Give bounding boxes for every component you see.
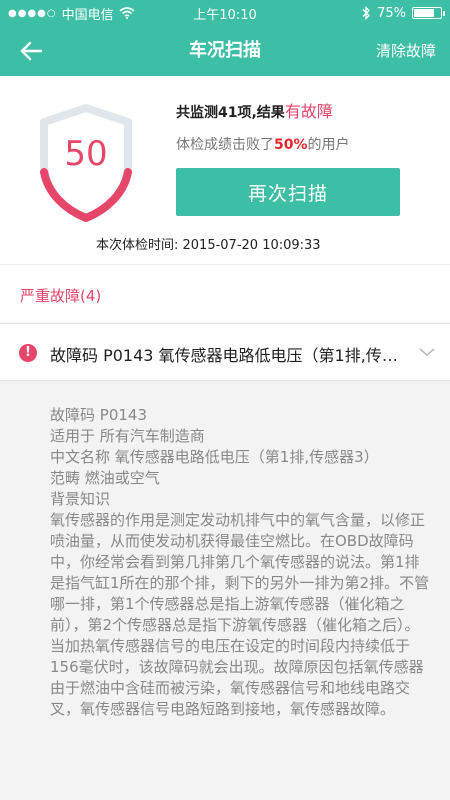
scan-summary-card: 50 共监测41项,结果有故障 体检成绩击败了50%的用户 再次扫描 本次体检时… (0, 76, 450, 264)
ranking-line: 体检成绩击败了50%的用户 (176, 134, 350, 154)
bluetooth-icon (362, 6, 371, 20)
check-time: 本次体检时间: 2015-07-20 10:09:33 (96, 238, 321, 253)
back-button[interactable] (14, 36, 48, 66)
chevron-down-icon[interactable] (418, 346, 436, 358)
battery-icon (412, 7, 445, 19)
alert-icon: ! (19, 344, 37, 362)
ranking-suffix: 的用户 (307, 137, 350, 153)
detail-applies-to: 适用于 所有汽车制造商 (50, 427, 205, 445)
health-score-badge: 50 (38, 104, 134, 223)
nav-bar: 车况扫描 清除故障 (0, 26, 450, 76)
monitor-result-status: 有故障 (284, 102, 333, 121)
detail-category: 范畴 燃油或空气 (50, 469, 160, 487)
clear-faults-button[interactable]: 清除故障 (376, 26, 436, 76)
back-arrow-icon (20, 41, 43, 61)
detail-code: 故障码 P0143 (50, 406, 147, 424)
battery-level (414, 9, 434, 17)
carrier-name: 中国电信 (61, 7, 114, 23)
monitor-count-text: 共监测41项,结果 (176, 105, 285, 121)
detail-body: 氧传感器的作用是测定发动机排气中的氧气含量，以修正喷油量，从而使发动机获得最佳空… (50, 511, 430, 718)
fault-item-title: 故障码 P0143 氧传感器电路低电压（第1排,传感器3） (50, 346, 412, 365)
health-score: 50 (64, 134, 108, 174)
severe-faults-title: 严重故障(4) (20, 287, 102, 305)
status-bar: ●●●●○ 中国电信 上午10:10 75% (0, 0, 450, 26)
monitor-result-line: 共监测41项,结果有故障 (176, 98, 333, 122)
fault-detail-panel: 故障码 P0143 适用于 所有汽车制造商 中文名称 氧传感器电路低电压（第1排… (0, 381, 450, 800)
rescan-button[interactable]: 再次扫描 (176, 168, 400, 216)
detail-background-title: 背景知识 (50, 490, 111, 508)
detail-cn-name: 中文名称 氧传感器电路低电压（第1排,传感器3） (50, 448, 379, 466)
ranking-percent: 50% (274, 137, 308, 153)
wifi-icon (119, 7, 135, 19)
fault-item-p0143[interactable]: ! 故障码 P0143 氧传感器电路低电压（第1排,传感器3） (0, 323, 450, 381)
battery-percent: 75% (377, 5, 406, 21)
ranking-prefix: 体检成绩击败了 (176, 137, 274, 153)
signal-strength-icon: ●●●●○ (8, 7, 57, 19)
severe-faults-section: 严重故障(4) (0, 264, 450, 322)
